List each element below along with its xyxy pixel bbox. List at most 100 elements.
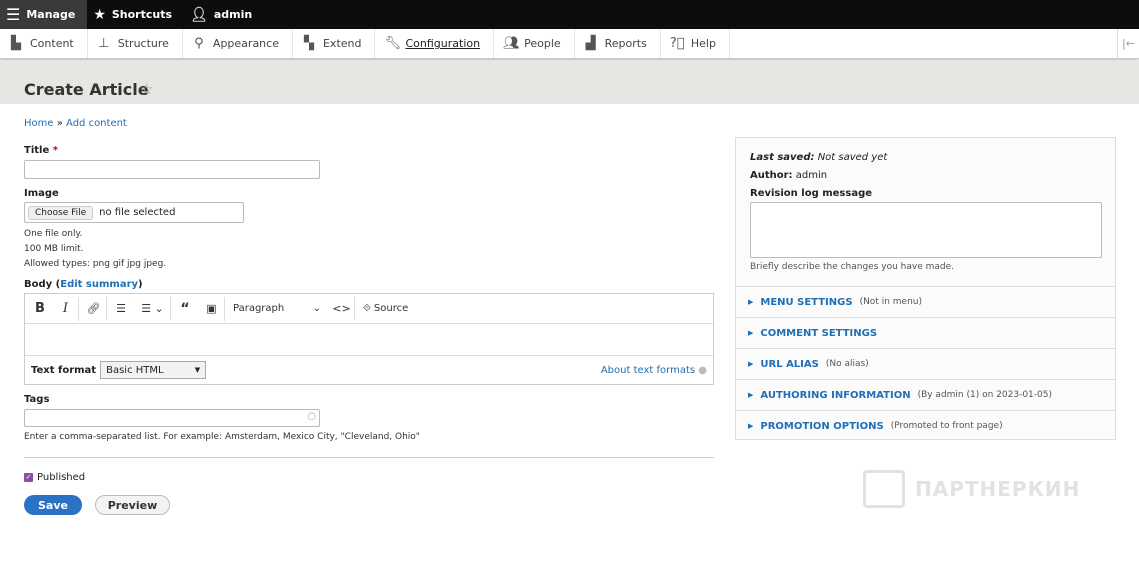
user-button[interactable]: 👤︎ admin bbox=[184, 0, 264, 29]
nav-extend[interactable]: ▚ Extend bbox=[293, 29, 376, 58]
watermark-text: ПАРТНЕРКИН bbox=[915, 477, 1081, 501]
nav-label: Reports bbox=[604, 37, 647, 50]
title-label-text: Title bbox=[24, 145, 50, 156]
nav-configuration[interactable]: 🔧︎ Configuration bbox=[375, 29, 495, 58]
people-icon: 👥︎ bbox=[503, 36, 520, 51]
numbered-list-icon[interactable]: ☰ ⌄ bbox=[135, 296, 171, 321]
details-summary: (By admin (1) on 2023-01-05) bbox=[917, 390, 1052, 400]
hamburger-icon: ☰ bbox=[6, 5, 21, 24]
author-value: admin bbox=[795, 170, 828, 181]
revision-log-textarea[interactable] bbox=[750, 202, 1102, 258]
user-label: admin bbox=[213, 8, 253, 21]
image-insert-icon[interactable]: ▣ bbox=[199, 296, 225, 321]
link-icon[interactable]: 🔗︎ bbox=[81, 296, 107, 321]
watermark: ПАРТНЕРКИН bbox=[863, 470, 1080, 508]
tags-help: Enter a comma-separated list. For exampl… bbox=[24, 432, 420, 442]
paragraph-dropdown[interactable]: Paragraph ⌄ bbox=[227, 297, 327, 321]
nav-appearance[interactable]: ⚲ Appearance bbox=[183, 29, 293, 58]
published-label: Published bbox=[37, 472, 86, 483]
details-title: PROMOTION OPTIONS bbox=[760, 420, 884, 432]
last-saved: Last saved: Not saved yet bbox=[750, 152, 887, 163]
revision-label: Revision log message bbox=[750, 188, 873, 199]
code-icon[interactable]: <> bbox=[329, 296, 355, 321]
nav-help[interactable]: ?⃝ Help bbox=[661, 29, 730, 58]
about-text-formats-link[interactable]: About text formats bbox=[601, 365, 695, 376]
required-marker: * bbox=[52, 145, 58, 156]
details-title: AUTHORING INFORMATION bbox=[760, 389, 911, 401]
bulleted-list-icon[interactable]: ☰ bbox=[109, 297, 133, 321]
title-input[interactable] bbox=[24, 160, 320, 179]
sitemap-icon: ⊥ bbox=[98, 36, 110, 51]
bold-icon[interactable]: B bbox=[29, 297, 51, 321]
text-format-select[interactable]: Basic HTML ▼ bbox=[100, 361, 207, 379]
published-checkbox[interactable]: ✓ Published bbox=[24, 472, 85, 483]
editor-toolbar: B I 🔗︎ ☰ ☰ ⌄ “ ▣ Paragraph ⌄ <> ⟐ Source bbox=[25, 294, 713, 324]
watermark-logo-icon bbox=[863, 470, 905, 508]
breadcrumb-add-content[interactable]: Add content bbox=[66, 118, 127, 129]
image-help: One file only. 100 MB limit. Allowed typ… bbox=[24, 227, 166, 272]
checkbox-checked-icon[interactable]: ✓ bbox=[24, 473, 33, 482]
revision-help: Briefly describe the changes you have ma… bbox=[750, 262, 955, 272]
details-comment-settings[interactable]: ▶ COMMENT SETTINGS bbox=[736, 317, 1115, 348]
manage-button[interactable]: ☰ Manage bbox=[0, 0, 88, 29]
details-summary: (No alias) bbox=[825, 359, 869, 369]
shortcut-star-icon[interactable]: ☆ bbox=[140, 80, 153, 98]
puzzle-icon: ▚ bbox=[303, 36, 314, 51]
page-title: Create Article bbox=[24, 80, 149, 99]
last-saved-label: Last saved: bbox=[750, 152, 815, 163]
author-label: Author: bbox=[750, 170, 793, 181]
details-promotion-options[interactable]: ▶ PROMOTION OPTIONS (Promoted to front pag… bbox=[736, 410, 1115, 441]
save-button[interactable]: Save bbox=[24, 495, 82, 515]
expand-triangle-icon: ▶ bbox=[748, 298, 754, 306]
tags-input[interactable]: ○ bbox=[24, 409, 320, 427]
nav-label: People bbox=[524, 37, 561, 50]
collapse-toolbar-button[interactable]: |← bbox=[1117, 29, 1139, 59]
text-format-value: Basic HTML bbox=[106, 364, 164, 376]
tags-label: Tags bbox=[24, 394, 50, 405]
breadcrumb-home[interactable]: Home bbox=[24, 118, 54, 129]
nav-label: Help bbox=[690, 37, 716, 50]
page-header bbox=[0, 60, 1139, 104]
manage-label: Manage bbox=[26, 8, 76, 21]
nav-content[interactable]: ▙ Content bbox=[0, 29, 88, 58]
nav-people[interactable]: 👥︎ People bbox=[494, 29, 575, 58]
help-icon: ?⃝ bbox=[669, 36, 685, 51]
image-label: Image bbox=[24, 188, 59, 199]
admin-menu: ▙ Content ⊥ Structure ⚲ Appearance ▚ Extend … bbox=[0, 29, 1139, 59]
nav-label: Configuration bbox=[405, 37, 481, 50]
meta-sidebar: Last saved: Not saved yet Author: admin … bbox=[735, 137, 1116, 440]
expand-triangle-icon: ▶ bbox=[748, 360, 754, 368]
expand-triangle-icon: ▶ bbox=[748, 422, 754, 430]
preview-button[interactable]: Preview bbox=[95, 495, 170, 515]
source-button[interactable]: ⟐ Source bbox=[357, 297, 414, 321]
breadcrumb: Home » Add content bbox=[24, 118, 127, 129]
details-url-alias[interactable]: ▶ URL ALIAS (No alias) bbox=[736, 348, 1115, 379]
text-format-label: Text format bbox=[31, 364, 97, 376]
admin-toolbar: ☰ Manage ★ Shortcuts 👤︎ admin bbox=[0, 0, 1139, 29]
nav-label: Structure bbox=[117, 37, 169, 50]
expand-triangle-icon: ▶ bbox=[748, 329, 754, 337]
title-label: Title * bbox=[24, 145, 58, 156]
body-label-text: Body bbox=[24, 279, 53, 290]
body-textarea[interactable] bbox=[25, 324, 713, 356]
nav-reports[interactable]: ▟ Reports bbox=[575, 29, 661, 58]
text-format-row: Text format Basic HTML ▼ About text forma… bbox=[25, 356, 713, 384]
details-authoring-information[interactable]: ▶ AUTHORING INFORMATION (By admin (1) on 2… bbox=[736, 379, 1115, 410]
edit-summary-link[interactable]: Edit summary bbox=[60, 279, 138, 290]
image-file-input[interactable]: Choose File no file selected bbox=[24, 202, 244, 223]
wrench-icon: 🔧︎ bbox=[384, 36, 401, 51]
document-icon: ▙ bbox=[11, 36, 21, 51]
nav-structure[interactable]: ⊥ Structure bbox=[88, 29, 183, 58]
source-icon: ⟐ bbox=[363, 303, 371, 314]
blockquote-icon[interactable]: “ bbox=[173, 297, 197, 321]
body-label: Body (Edit summary) bbox=[24, 279, 143, 290]
details-menu-settings[interactable]: ▶ MENU SETTINGS (Not in menu) bbox=[736, 286, 1115, 317]
italic-icon[interactable]: I bbox=[53, 296, 79, 321]
shortcuts-label: Shortcuts bbox=[111, 8, 173, 21]
author: Author: admin bbox=[750, 170, 827, 181]
choose-file-button[interactable]: Choose File bbox=[28, 205, 94, 220]
expand-triangle-icon: ▶ bbox=[748, 391, 754, 399]
shortcuts-button[interactable]: ★ Shortcuts bbox=[87, 0, 184, 29]
last-saved-value: Not saved yet bbox=[817, 152, 888, 163]
bar-chart-icon: ▟ bbox=[585, 36, 596, 51]
